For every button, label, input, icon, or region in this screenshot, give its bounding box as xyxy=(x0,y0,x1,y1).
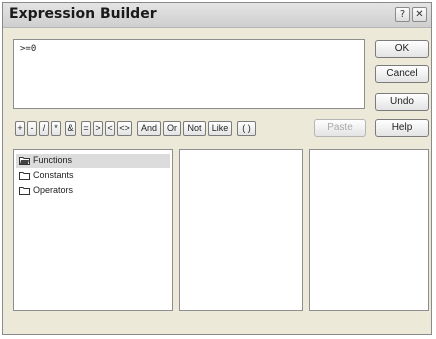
or-operator-button[interactable]: Or xyxy=(163,121,181,136)
expression-builder-window: Expression Builder ? ✕ >=0 OK Cancel Und… xyxy=(2,2,432,335)
folder-icon xyxy=(19,172,30,180)
tree-item-constants[interactable]: Constants xyxy=(16,169,74,183)
tree-item-label: Operators xyxy=(33,185,74,195)
close-title-button[interactable]: ✕ xyxy=(412,7,427,22)
element-values-list[interactable] xyxy=(309,149,429,311)
tree-item-label: Functions xyxy=(33,155,73,165)
less-operator-button[interactable]: < xyxy=(105,121,115,136)
tree-item-functions[interactable]: Functions xyxy=(16,154,170,168)
help-button[interactable]: Help xyxy=(375,119,429,137)
plus-operator-button[interactable]: + xyxy=(15,121,25,136)
not-equal-operator-button[interactable]: <> xyxy=(117,121,132,136)
tree-item-operators[interactable]: Operators xyxy=(16,184,73,198)
like-operator-button[interactable]: Like xyxy=(208,121,232,136)
element-categories-list[interactable] xyxy=(179,149,303,311)
ok-button[interactable]: OK xyxy=(375,40,429,58)
multiply-operator-button[interactable]: * xyxy=(51,121,61,136)
greater-operator-button[interactable]: > xyxy=(93,121,103,136)
title-bar[interactable]: Expression Builder ? ✕ xyxy=(3,3,431,28)
not-operator-button[interactable]: Not xyxy=(183,121,206,136)
window-title: Expression Builder xyxy=(9,6,157,22)
paste-button[interactable]: Paste xyxy=(314,119,366,137)
expression-input[interactable]: >=0 xyxy=(13,39,365,109)
help-title-button[interactable]: ? xyxy=(395,7,410,22)
expression-text: >=0 xyxy=(20,44,37,54)
folder-expanded-icon xyxy=(19,157,30,165)
divide-operator-button[interactable]: / xyxy=(39,121,49,136)
concat-operator-button[interactable]: & xyxy=(65,121,76,136)
minus-operator-button[interactable]: - xyxy=(27,121,37,136)
equals-operator-button[interactable]: = xyxy=(81,121,91,136)
question-icon: ? xyxy=(399,9,406,20)
undo-button[interactable]: Undo xyxy=(375,93,429,111)
parentheses-operator-button[interactable]: ( ) xyxy=(237,121,256,136)
tree-item-label: Constants xyxy=(33,170,74,180)
folder-icon xyxy=(19,187,30,195)
close-icon: ✕ xyxy=(415,9,424,20)
element-folders-list[interactable]: Functions Constants Operators xyxy=(13,149,173,311)
and-operator-button[interactable]: And xyxy=(137,121,161,136)
cancel-button[interactable]: Cancel xyxy=(375,65,429,83)
